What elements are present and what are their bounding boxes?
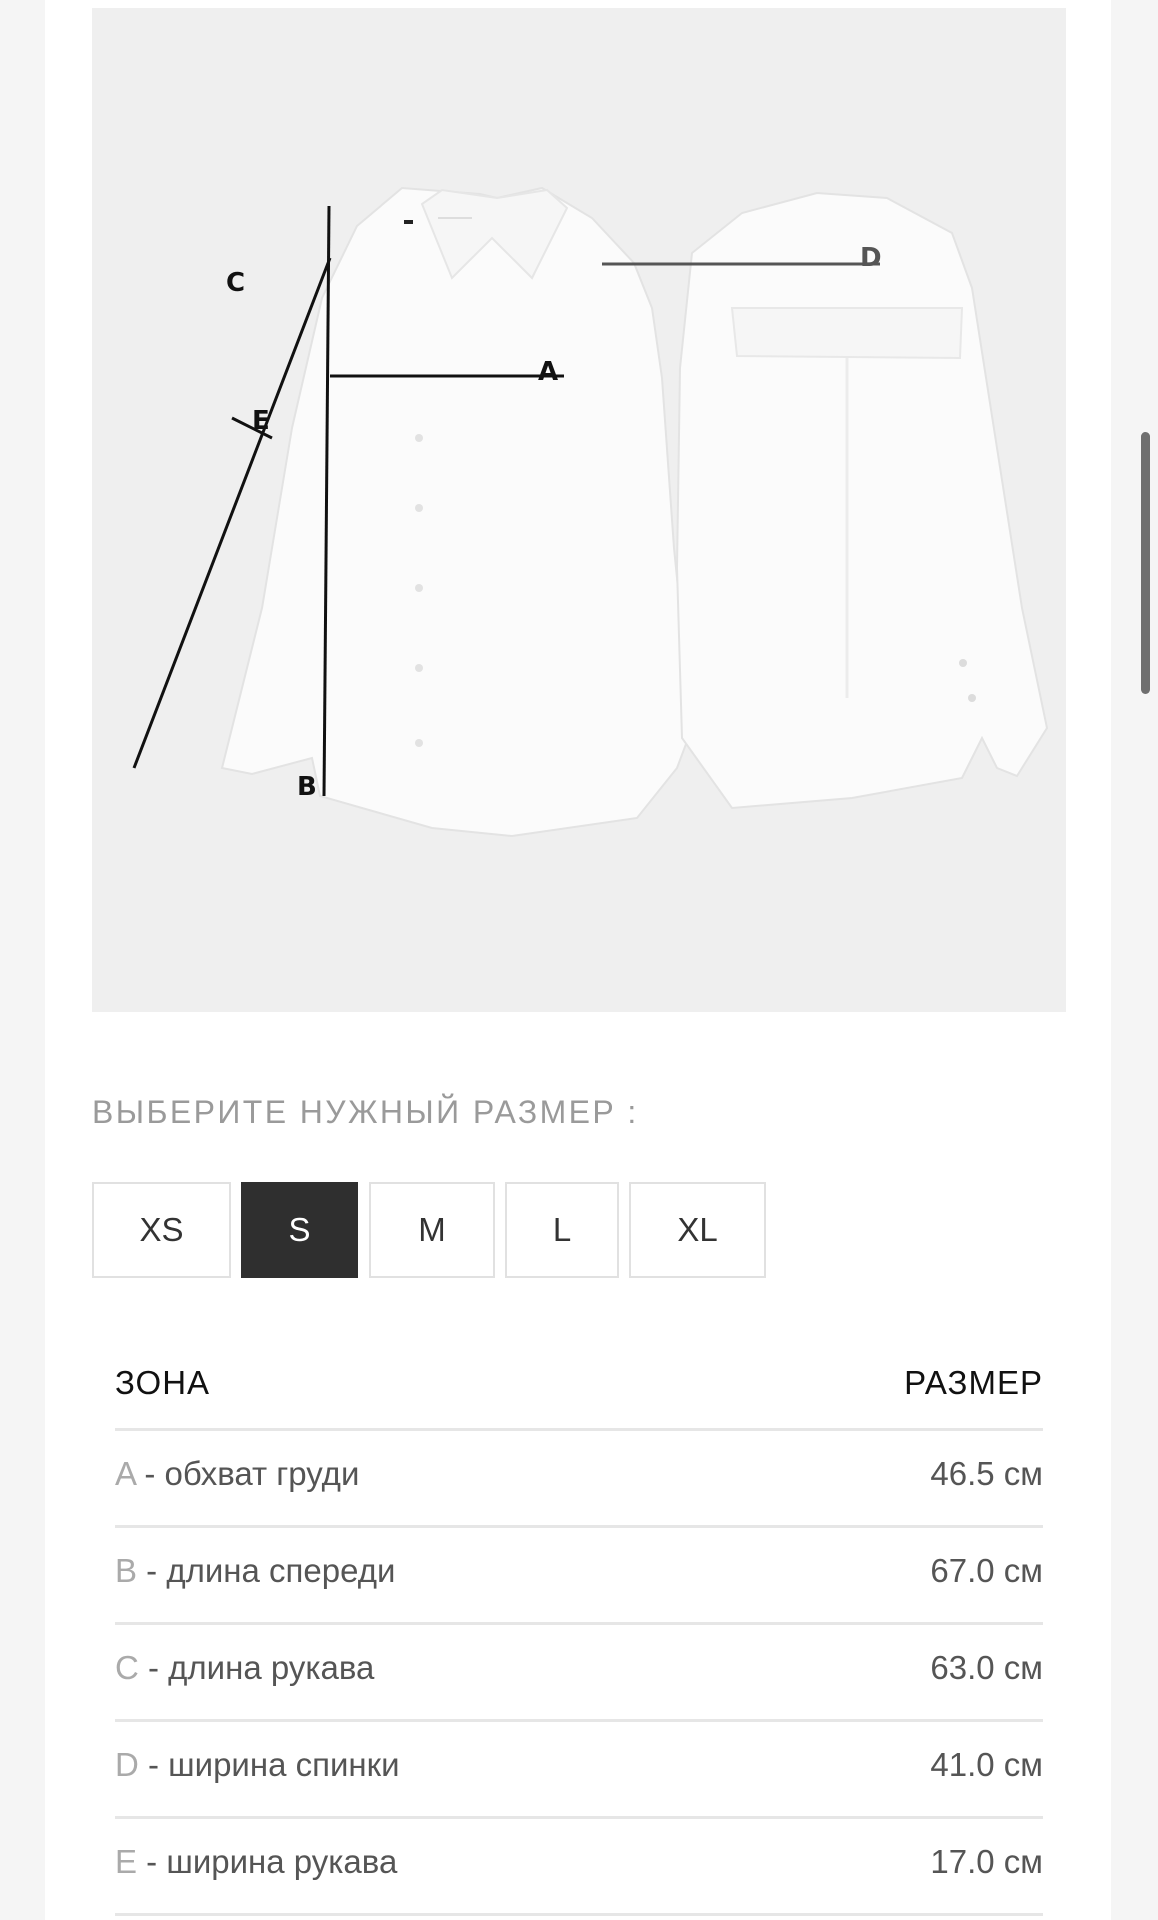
shirt-measurement-diagram: C E A B D [132,186,1049,838]
table-row: C - длина рукава 63.0 см [115,1625,1043,1722]
scrollbar-thumb[interactable] [1141,432,1150,694]
row-value: 46.5 см [930,1455,1043,1492]
row-label: C - длина рукава [115,1649,374,1687]
zone-letter: D [115,1746,139,1783]
label-b: B [297,772,317,802]
size-button-m[interactable]: M [369,1182,495,1278]
table-row: A - обхват груди 46.5 см [115,1431,1043,1528]
row-value: 67.0 см [930,1552,1043,1589]
label-c: C [226,268,245,298]
row-value: 17.0 см [930,1843,1043,1880]
zone-letter: B [115,1552,138,1589]
size-button-xs[interactable]: XS [92,1182,231,1278]
zone-name: - длина рукава [138,1649,375,1686]
zone-name: - ширина рукава [137,1843,398,1880]
table-row: E - ширина рукава 17.0 см [115,1819,1043,1916]
zone-letter: E [115,1843,138,1880]
size-button-l[interactable]: L [505,1182,619,1278]
label-d: D [860,243,882,273]
zone-name: - обхват груди [135,1455,360,1492]
row-value: 41.0 см [930,1746,1043,1783]
zone-letter: A [115,1455,136,1492]
label-e: E [252,406,270,436]
size-selector-title: ВЫБЕРИТЕ НУЖНЫЙ РАЗМЕР : [92,1094,639,1130]
row-label: D - ширина спинки [115,1746,400,1784]
back-shirt [675,191,1049,810]
table-row: D - ширина спинки 41.0 см [115,1722,1043,1819]
size-button-s[interactable]: S [241,1182,358,1278]
table-row: B - длина спереди 67.0 см [115,1528,1043,1625]
table-header: ЗОНА РАЗМЕР [115,1338,1043,1431]
row-label: A - обхват груди [115,1455,359,1493]
front-shirt [220,186,694,838]
row-label: B - длина спереди [115,1552,395,1590]
size-guide-image: C E A B D [92,8,1066,1012]
row-label: E - ширина рукава [115,1843,397,1881]
size-button-xl[interactable]: XL [629,1182,766,1278]
label-a: A [538,357,558,387]
header-zone: ЗОНА [115,1364,211,1401]
zone-letter: C [115,1649,139,1686]
zone-name: - длина спереди [137,1552,396,1589]
row-value: 63.0 см [930,1649,1043,1686]
header-size: РАЗМЕР [904,1364,1043,1401]
zone-name: - ширина спинки [138,1746,400,1783]
size-table: ЗОНА РАЗМЕР A - обхват груди 46.5 см B -… [115,1338,1043,1916]
